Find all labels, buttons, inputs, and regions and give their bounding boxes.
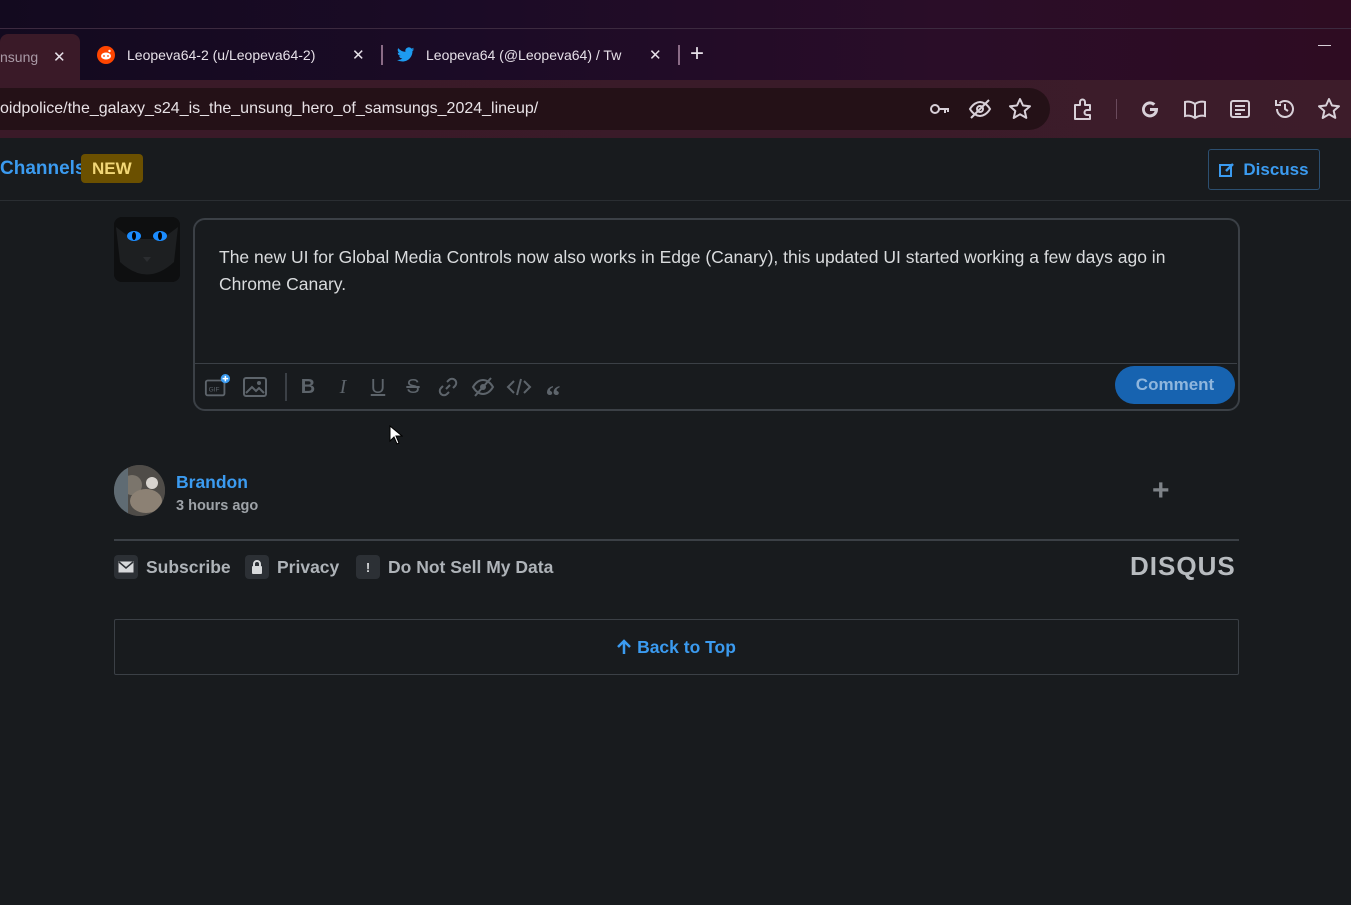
history-icon[interactable] (1272, 96, 1298, 122)
privacy-label: Privacy (277, 556, 340, 577)
tab-separator (678, 45, 680, 65)
link-icon[interactable] (435, 374, 461, 400)
mouse-cursor-icon (389, 425, 403, 445)
underline-icon[interactable]: U (365, 374, 391, 400)
gif-icon[interactable]: GIF (204, 374, 230, 400)
tab-label: Leopeva64-2 (u/Leopeva64-2) (127, 47, 316, 63)
toolbar-separator (1116, 99, 1117, 119)
composer-divider (195, 363, 1237, 364)
arrow-up-icon (617, 639, 631, 654)
reddit-icon (97, 46, 115, 64)
subscribe-link[interactable]: Subscribe (114, 555, 231, 579)
privacy-link[interactable]: Privacy (245, 555, 339, 579)
extensions-icon[interactable] (1071, 96, 1097, 122)
disqus-nav (0, 138, 1351, 201)
google-icon[interactable] (1137, 96, 1163, 122)
tab-twitter[interactable]: Leopeva64 (@Leopeva64) / Tw ✕ (397, 36, 667, 74)
minimize-button[interactable] (1318, 45, 1331, 46)
channels-link[interactable]: Channels (0, 158, 86, 180)
new-badge: NEW (81, 154, 143, 183)
favorites-icon[interactable] (1317, 96, 1343, 122)
tab-label: Leopeva64 (@Leopeva64) / Tw (426, 47, 622, 63)
edit-icon (1219, 162, 1235, 177)
star-icon[interactable] (1007, 96, 1033, 122)
url-text[interactable]: oidpolice/the_galaxy_s24_is_the_unsung_h… (0, 100, 538, 118)
eye-off-icon[interactable] (967, 96, 993, 122)
svg-text:GIF: GIF (209, 387, 220, 394)
code-icon[interactable] (506, 374, 532, 400)
do-not-sell-link[interactable]: ! Do Not Sell My Data (356, 555, 553, 579)
expand-comment-button[interactable]: + (1152, 474, 1170, 508)
key-icon[interactable] (927, 96, 953, 122)
tab-label: nsung (0, 49, 39, 65)
discuss-button[interactable]: Discuss (1208, 149, 1320, 190)
spoiler-icon[interactable] (470, 374, 496, 400)
format-separator (285, 373, 287, 401)
bold-icon[interactable]: B (295, 374, 321, 400)
author-avatar[interactable] (114, 465, 165, 516)
envelope-icon (114, 555, 138, 579)
titlebar-divider (0, 28, 1351, 29)
do-not-sell-label: Do Not Sell My Data (388, 556, 554, 577)
comment-button[interactable]: Comment (1115, 366, 1235, 404)
user-avatar[interactable] (114, 217, 180, 282)
close-icon[interactable]: ✕ (53, 48, 66, 66)
twitter-icon (397, 46, 415, 64)
tab-reddit[interactable]: Leopeva64-2 (u/Leopeva64-2) ✕ (97, 36, 375, 74)
italic-icon[interactable]: I (330, 374, 356, 400)
comment-timestamp[interactable]: 3 hours ago (176, 498, 258, 514)
back-to-top-label: Back to Top (637, 636, 736, 657)
close-icon[interactable]: ✕ (352, 46, 365, 64)
discuss-label: Discuss (1243, 159, 1309, 179)
alert-icon: ! (356, 555, 380, 579)
strikethrough-icon[interactable]: S (400, 374, 426, 400)
footer-divider (114, 539, 1239, 541)
image-icon[interactable] (242, 374, 268, 400)
lock-icon (245, 555, 269, 579)
tab-separator (381, 45, 383, 65)
reading-mode-icon[interactable] (1182, 96, 1208, 122)
comment-input[interactable]: The new UI for Global Media Controls now… (219, 244, 1219, 298)
new-tab-button[interactable]: + (690, 40, 704, 68)
quote-icon[interactable]: “ (540, 374, 566, 413)
close-icon[interactable]: ✕ (649, 46, 662, 64)
back-to-top-button[interactable]: Back to Top (114, 619, 1239, 675)
tab-samsung[interactable]: nsung ✕ (0, 34, 80, 80)
disqus-logo[interactable]: DISQUS (1130, 551, 1236, 582)
comment-author[interactable]: Brandon (176, 472, 248, 493)
reading-list-icon[interactable] (1227, 96, 1253, 122)
subscribe-label: Subscribe (146, 556, 231, 577)
